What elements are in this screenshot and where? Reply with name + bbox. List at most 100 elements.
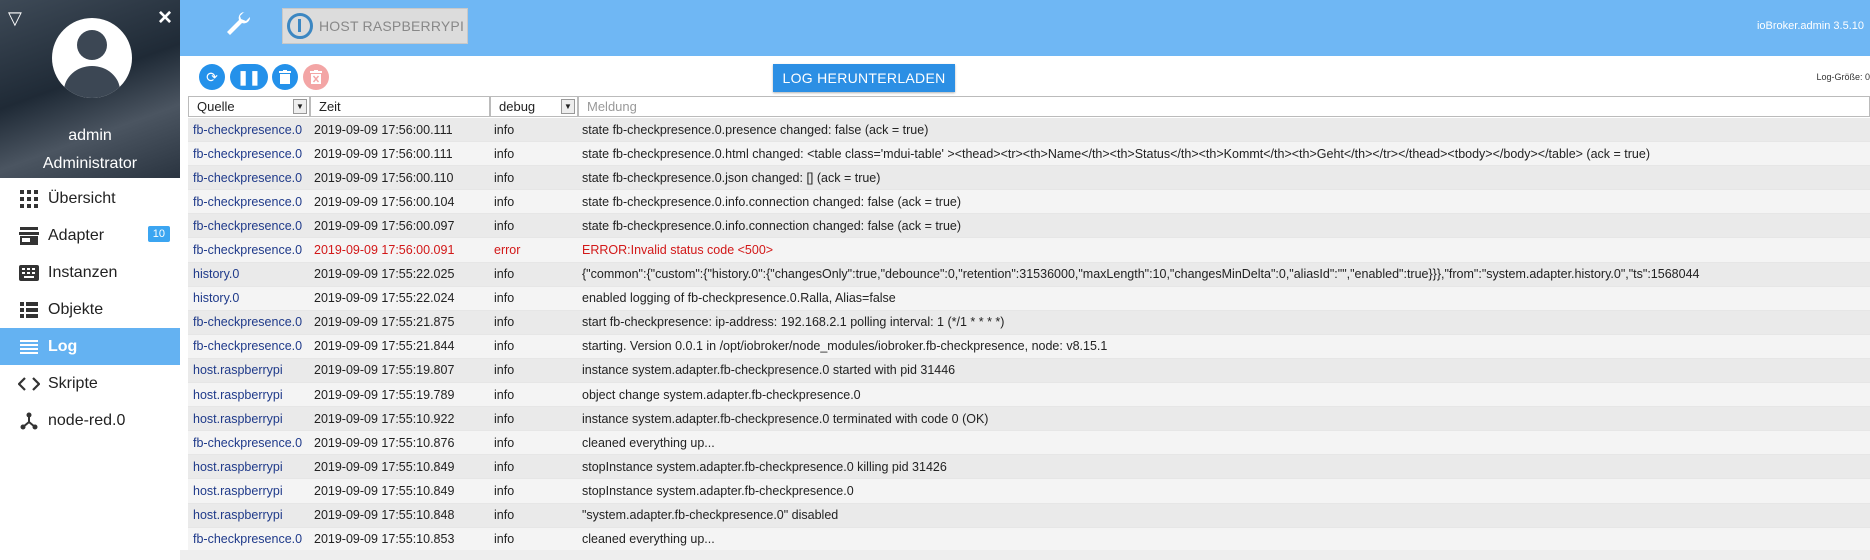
close-icon[interactable]: × bbox=[158, 4, 172, 32]
row-message: state fb-checkpresence.0.presence change… bbox=[582, 122, 929, 137]
row-message: cleaned everything up... bbox=[582, 532, 715, 547]
row-source: fb-checkpresence.0 bbox=[193, 194, 303, 209]
version-label: ioBroker.admin 3.5.10 bbox=[1756, 20, 1864, 32]
row-level: info bbox=[494, 194, 515, 209]
table-row: host.raspberrypi 2019-09-09 17:55:10.849 i… bbox=[188, 479, 1870, 504]
chevron-down-icon: ▼ bbox=[293, 99, 307, 114]
row-message: instance system.adapter.fb-checkpresence… bbox=[582, 363, 956, 378]
node-icon bbox=[18, 410, 40, 432]
user-name: admin bbox=[68, 127, 112, 144]
sidebar-item-label: Objekte bbox=[48, 300, 104, 318]
grid-icon bbox=[18, 188, 40, 210]
row-source: fb-checkpresence.0 bbox=[193, 170, 303, 185]
table-row: host.raspberrypi 2019-09-09 17:55:10.922 i… bbox=[188, 407, 1870, 432]
host-label: HOST RASPBERRYPI bbox=[319, 18, 465, 34]
row-level: info bbox=[494, 291, 515, 306]
table-row: fb-checkpresence.0 2019-09-09 17:56:00.09… bbox=[188, 238, 1870, 263]
row-source: history.0 bbox=[193, 291, 240, 306]
message-filter-placeholder: Meldung bbox=[587, 99, 637, 114]
row-time: 2019-09-09 17:56:00.110 bbox=[314, 170, 454, 185]
row-message: instance system.adapter.fb-checkpresence… bbox=[582, 411, 989, 426]
table-row: fb-checkpresence.0 2019-09-09 17:55:21.87… bbox=[188, 310, 1870, 335]
row-level: info bbox=[494, 459, 515, 474]
row-time: 2019-09-09 17:55:10.922 bbox=[314, 411, 455, 426]
level-filter-select[interactable]: debug ▼ bbox=[490, 96, 578, 117]
row-source: fb-checkpresence.0 bbox=[193, 243, 303, 258]
row-source: fb-checkpresence.0 bbox=[193, 339, 303, 354]
store-icon bbox=[18, 225, 40, 247]
row-source: host.raspberrypi bbox=[193, 459, 283, 474]
table-row: fb-checkpresence.0 2019-09-09 17:55:21.84… bbox=[188, 334, 1870, 359]
avatar-head bbox=[77, 30, 107, 60]
sidebar-item-skripte[interactable]: Skripte bbox=[0, 365, 180, 402]
sidebar-item-node-red[interactable]: node-red.0 bbox=[0, 402, 180, 439]
row-level: info bbox=[494, 411, 515, 426]
row-message: starting. Version 0.0.1 in /opt/iobroker… bbox=[582, 339, 1108, 354]
row-time: 2019-09-09 17:55:22.025 bbox=[314, 267, 455, 282]
row-level: info bbox=[494, 267, 515, 282]
table-row: host.raspberrypi 2019-09-09 17:55:19.807 i… bbox=[188, 358, 1870, 384]
sidebar: ▽ × admin Administrator Übersicht Adapte… bbox=[0, 0, 180, 560]
refresh-icon: ⟳ bbox=[206, 68, 218, 85]
time-filter-value: Zeit bbox=[319, 99, 341, 114]
pause-button[interactable]: ❚❚ bbox=[230, 64, 268, 90]
list-icon bbox=[18, 299, 40, 321]
row-time: 2019-09-09 17:56:00.097 bbox=[314, 218, 455, 233]
filter-row: Quelle ▼ Zeit debug ▼ Meldung bbox=[188, 96, 1870, 118]
row-time: 2019-09-09 17:55:10.849 bbox=[314, 459, 455, 474]
row-time: 2019-09-09 17:56:00.091 bbox=[314, 243, 455, 258]
row-level: info bbox=[494, 532, 515, 547]
sidebar-item-uebersicht[interactable]: Übersicht bbox=[0, 180, 180, 217]
row-level: info bbox=[494, 483, 515, 498]
download-log-button[interactable]: LOG HERUNTERLADEN bbox=[773, 64, 955, 92]
time-filter-input[interactable]: Zeit bbox=[310, 96, 490, 117]
table-row: fb-checkpresence.0 2019-09-09 17:55:10.87… bbox=[188, 431, 1870, 456]
row-source: host.raspberrypi bbox=[193, 483, 283, 498]
table-row: host.raspberrypi 2019-09-09 17:55:10.848 i… bbox=[188, 503, 1870, 528]
row-level: info bbox=[494, 435, 515, 450]
table-row: fb-checkpresence.0 2019-09-09 17:55:10.85… bbox=[188, 527, 1870, 552]
triangle-logo-icon[interactable]: ▽ bbox=[8, 8, 22, 29]
sidebar-item-adapter[interactable]: Adapter 10 bbox=[0, 217, 180, 254]
sidebar-item-objekte[interactable]: Objekte bbox=[0, 291, 180, 328]
source-filter-select[interactable]: Quelle ▼ bbox=[188, 96, 310, 117]
sidebar-item-instanzen[interactable]: Instanzen bbox=[0, 254, 180, 291]
row-source: host.raspberrypi bbox=[193, 411, 283, 426]
table-row: history.0 2019-09-09 17:55:22.025 info {"co… bbox=[188, 262, 1870, 287]
row-level: info bbox=[494, 508, 515, 523]
row-source: fb-checkpresence.0 bbox=[193, 146, 303, 161]
row-time: 2019-09-09 17:55:10.849 bbox=[314, 483, 455, 498]
row-level: info bbox=[494, 339, 515, 354]
row-message: stopInstance system.adapter.fb-checkpres… bbox=[582, 483, 854, 498]
log-toolbar: ⟳ ❚❚ LOG HERUNTERLADEN Log-Größe: 0 bbox=[180, 56, 1870, 96]
row-source: host.raspberrypi bbox=[193, 363, 283, 378]
sidebar-item-log[interactable]: Log bbox=[0, 328, 180, 365]
row-time: 2019-09-09 17:55:19.789 bbox=[314, 387, 455, 402]
row-level: info bbox=[494, 170, 515, 185]
trash-icon bbox=[279, 70, 291, 84]
avatar bbox=[52, 18, 132, 98]
clear-log-button[interactable] bbox=[272, 64, 298, 90]
code-icon bbox=[18, 373, 40, 395]
keyboard-icon bbox=[18, 262, 40, 284]
row-message: ERROR:Invalid status code <500> bbox=[582, 243, 774, 258]
row-message: enabled logging of fb-checkpresence.0.Ra… bbox=[582, 291, 896, 306]
sidebar-item-label: Adapter bbox=[48, 226, 105, 244]
refresh-button[interactable]: ⟳ bbox=[199, 64, 225, 90]
sidebar-item-label: Log bbox=[48, 337, 78, 355]
table-row: fb-checkpresence.0 2019-09-09 17:56:00.11… bbox=[188, 142, 1870, 167]
host-selector-button[interactable]: HOST RASPBERRYPI bbox=[282, 8, 468, 44]
message-filter-input[interactable]: Meldung bbox=[578, 96, 1870, 117]
row-source: host.raspberrypi bbox=[193, 508, 283, 523]
source-filter-value: Quelle bbox=[197, 99, 235, 114]
avatar-body bbox=[64, 66, 120, 98]
adapter-count-badge: 10 bbox=[147, 226, 170, 242]
table-row: fb-checkpresence.0 2019-09-09 17:56:00.11… bbox=[188, 118, 1870, 143]
row-time: 2019-09-09 17:55:21.844 bbox=[314, 339, 455, 354]
delete-log-button[interactable] bbox=[303, 64, 329, 90]
wrench-icon[interactable] bbox=[225, 10, 251, 43]
row-time: 2019-09-09 17:55:22.024 bbox=[314, 291, 455, 306]
row-message: cleaned everything up... bbox=[582, 435, 715, 450]
sidebar-item-label: node-red.0 bbox=[48, 411, 126, 429]
row-level: info bbox=[494, 122, 515, 137]
